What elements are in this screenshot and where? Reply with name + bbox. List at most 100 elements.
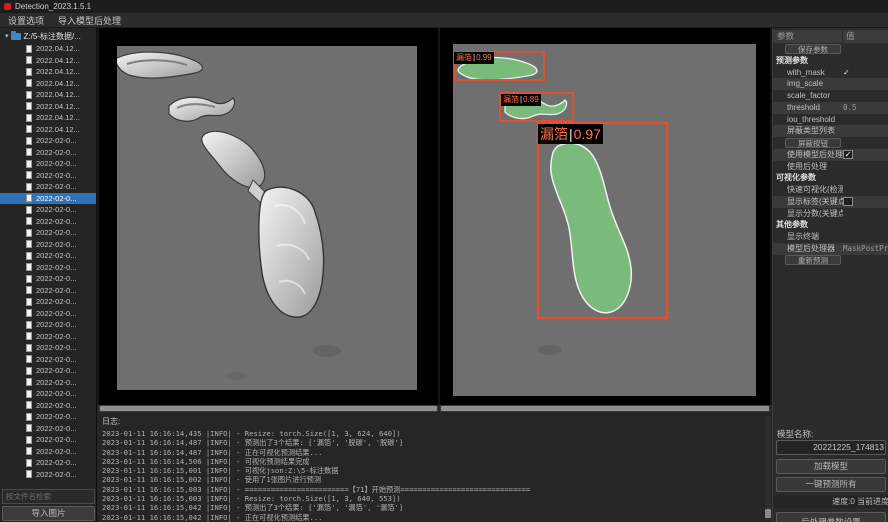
param-row[interactable]: 快速可视化(检测) 快速可视化(检测) xyxy=(773,184,888,196)
file-icon xyxy=(26,240,32,248)
search-input[interactable] xyxy=(2,489,95,504)
param-value[interactable]: ✓ xyxy=(843,150,853,159)
predict-all-button[interactable]: 一键预测所有 xyxy=(776,477,886,492)
param-value[interactable]: MaskPostPro xyxy=(843,243,888,255)
param-row[interactable]: with_mask ✓ with_mask xyxy=(773,67,888,79)
tree-item[interactable]: 2022-02-0... xyxy=(0,342,97,354)
param-row[interactable]: 可视化参数 可视化参数 xyxy=(773,172,888,184)
log-line: 2023-01-11 16:16:15,003 |INFO| - Resize:… xyxy=(102,494,772,503)
param-row[interactable]: 使用模型后处理 ✓ 使用模型后处理 xyxy=(773,149,888,161)
param-row[interactable]: 模型后处理器 MaskPostPro 模型后处理器 xyxy=(773,243,888,255)
param-row[interactable]: 显示标签(关键点) 显示标签(关键点) xyxy=(773,196,888,208)
tree-item[interactable]: 2022-02-0... xyxy=(0,227,97,239)
tree-item[interactable]: 2022.04.12... xyxy=(0,43,97,55)
tree-item[interactable]: 2022-02-0... xyxy=(0,319,97,331)
tree-item[interactable]: 2022-02-0... xyxy=(0,377,97,389)
tree-item[interactable]: 2022-02-0... xyxy=(0,457,97,469)
tree-item-label: 2022.04.12... xyxy=(36,112,80,124)
tree-item-label: 2022-02-0... xyxy=(36,273,76,285)
param-value[interactable] xyxy=(843,197,853,206)
scrollbar-handle[interactable] xyxy=(765,509,771,518)
tree-item[interactable]: 2022-02-0... xyxy=(0,400,97,412)
tree-item[interactable]: 2022.04.12... xyxy=(0,55,97,67)
tree-item[interactable]: 2022-02-0... xyxy=(0,296,97,308)
param-row[interactable]: 预测参数 预测参数 xyxy=(773,55,888,67)
param-value[interactable]: 0.5 xyxy=(843,102,888,114)
prediction-image-panel[interactable]: 漏箔|0.99 漏箔|0.89 漏箔|0.97 xyxy=(440,28,770,405)
file-icon xyxy=(26,114,32,122)
param-row[interactable]: iou_threshold iou_threshold xyxy=(773,114,888,126)
param-row[interactable]: 保存参数 保存参数 xyxy=(773,43,888,55)
tree-item[interactable]: 2022-02-0... xyxy=(0,354,97,366)
param-row[interactable]: 显示分数(关键点) 显示分数(关键点) xyxy=(773,208,888,220)
postprocess-settings-button[interactable]: 后处理参数设置 xyxy=(776,512,886,522)
load-model-button[interactable]: 加载模型 xyxy=(776,459,886,474)
param-row[interactable]: img_scale img_scale xyxy=(773,78,888,90)
tree-item[interactable]: 2022.04.12... xyxy=(0,101,97,113)
tree-item[interactable]: 2022-02-0... xyxy=(0,158,97,170)
param-row-button[interactable]: 保存参数 xyxy=(785,44,841,54)
param-label: img_scale xyxy=(773,78,843,90)
log-console[interactable]: 日志: 2023-01-11 16:16:14,435 |INFO| - Res… xyxy=(97,413,772,522)
tree-item[interactable]: 2022-02-0... xyxy=(0,388,97,400)
tree-item[interactable]: 2022-02-0... xyxy=(0,239,97,251)
tree-item[interactable]: 2022-02-0... xyxy=(0,193,97,205)
tree-item[interactable]: 2022.04.12... xyxy=(0,124,97,136)
tree-item[interactable]: 2022-02-0... xyxy=(0,250,97,262)
tree-item-label: 2022-02-0... xyxy=(36,193,76,205)
menu-import-post[interactable]: 导入模型后处理 xyxy=(58,14,121,27)
tree-item-label: 2022-02-0... xyxy=(36,446,76,458)
import-images-button[interactable]: 导入图片 xyxy=(2,506,95,521)
prediction-image: 漏箔|0.99 漏箔|0.89 漏箔|0.97 xyxy=(453,44,756,396)
param-row[interactable]: 使用后处理 使用后处理 xyxy=(773,161,888,173)
tree-item[interactable]: 2022-02-0... xyxy=(0,308,97,320)
param-row[interactable]: 屏蔽类型列表 屏蔽类型列表 xyxy=(773,125,888,137)
param-row[interactable]: 屏蔽按钮 屏蔽按钮 xyxy=(773,137,888,149)
file-icon xyxy=(26,309,32,317)
original-image-panel[interactable] xyxy=(99,28,438,405)
menu-settings[interactable]: 设置选项 xyxy=(8,14,44,27)
tree-item[interactable]: 2022.04.12... xyxy=(0,66,97,78)
horizontal-scrollbar[interactable] xyxy=(440,405,770,412)
tree-item[interactable]: 2022-02-0... xyxy=(0,434,97,446)
tree-item[interactable]: 2022-02-0... xyxy=(0,423,97,435)
tree-item[interactable]: 2022-02-0... xyxy=(0,262,97,274)
tree-item[interactable]: 2022-02-0... xyxy=(0,331,97,343)
tree-item[interactable]: 2022-02-0... xyxy=(0,365,97,377)
tree-root-folder[interactable]: ▾ Z:/5-标注数据/... xyxy=(0,30,97,43)
tree-item[interactable]: 2022-02-0... xyxy=(0,204,97,216)
title-bar: Detection_2023.1.5.1 xyxy=(0,0,888,13)
model-name-field[interactable]: 20221225_174813 xyxy=(776,440,886,455)
param-value[interactable]: ✓ xyxy=(843,67,888,79)
tree-item[interactable]: 2022.04.12... xyxy=(0,78,97,90)
tree-item[interactable]: 2022-02-0... xyxy=(0,147,97,159)
tree-item[interactable]: 2022-02-0... xyxy=(0,181,97,193)
tree-item[interactable]: 2022-02-0... xyxy=(0,273,97,285)
tree-item[interactable]: 2022-02-0... xyxy=(0,446,97,458)
scrollbar-handle[interactable] xyxy=(100,406,437,411)
scrollbar-handle[interactable] xyxy=(441,406,769,411)
tree-item[interactable]: 2022-02-0... xyxy=(0,411,97,423)
vertical-scrollbar[interactable] xyxy=(765,416,771,520)
param-row-button[interactable]: 屏蔽按钮 xyxy=(785,138,841,148)
horizontal-scrollbar[interactable] xyxy=(99,405,438,412)
tree-item[interactable]: 2022-02-0... xyxy=(0,216,97,228)
tree-item-label: 2022-02-0... xyxy=(36,308,76,320)
tree-item[interactable]: 2022.04.12... xyxy=(0,112,97,124)
param-row[interactable]: threshold 0.5 threshold xyxy=(773,102,888,114)
tree-item-label: 2022-02-0... xyxy=(36,296,76,308)
tree-item[interactable]: 2022-02-0... xyxy=(0,285,97,297)
param-row[interactable]: 其他参数 其他参数 xyxy=(773,219,888,231)
tree-item[interactable]: 2022-02-0... xyxy=(0,135,97,147)
param-row-button[interactable]: 重新预测 xyxy=(785,255,841,265)
param-row[interactable]: scale_factor scale_factor xyxy=(773,90,888,102)
tree-item-label: 2022-02-0... xyxy=(36,239,76,251)
tree-item[interactable]: 2022-02-0... xyxy=(0,469,97,481)
param-row[interactable]: 显示终端 显示终端 xyxy=(773,231,888,243)
tree-item[interactable]: 2022-02-0... xyxy=(0,170,97,182)
image-viewers: 漏箔|0.99 漏箔|0.89 漏箔|0.97 xyxy=(97,28,772,405)
detection-class: 漏箔 xyxy=(540,126,568,142)
speed-status: 速度:0 当前进度 xyxy=(773,495,888,508)
param-row[interactable]: 重新预测 重新预测 xyxy=(773,255,888,267)
tree-item[interactable]: 2022.04.12... xyxy=(0,89,97,101)
